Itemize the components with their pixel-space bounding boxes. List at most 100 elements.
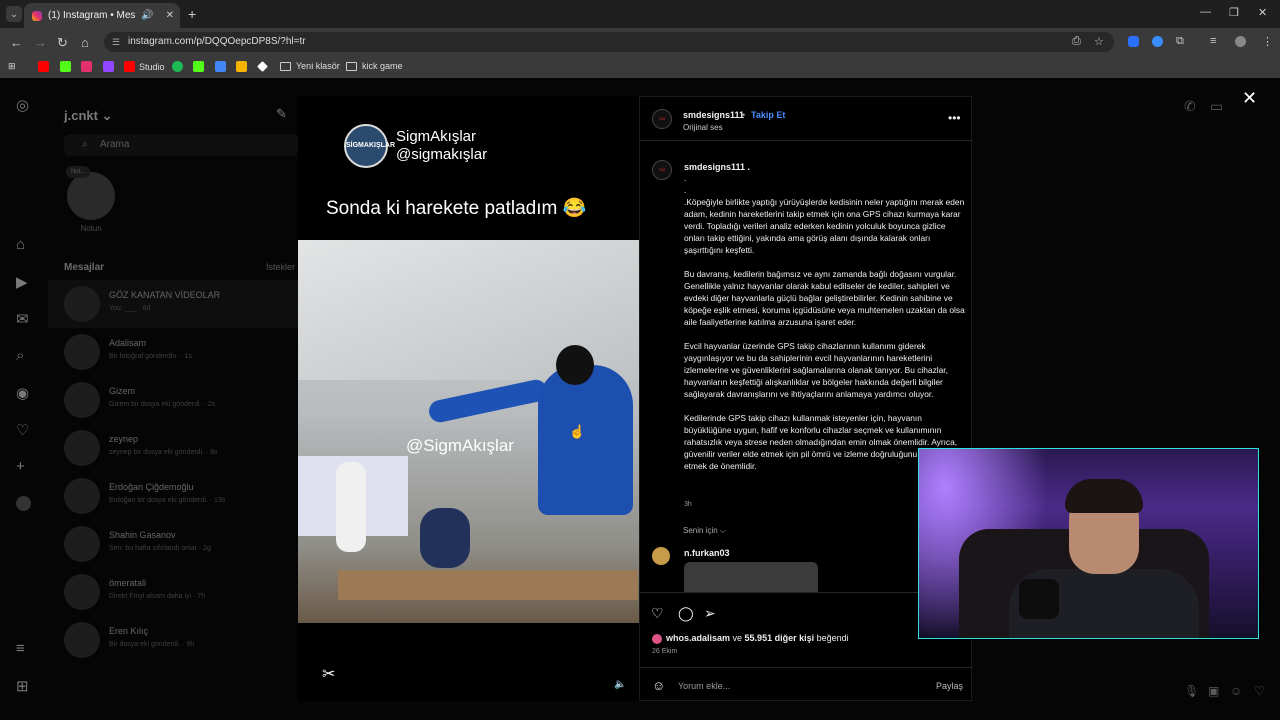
- install-icon[interactable]: ⎙: [1072, 35, 1081, 48]
- channel-logo: SİGMAKIŞLAR: [344, 124, 395, 168]
- post-author[interactable]: smdesigns111: [683, 110, 744, 120]
- bookmark-star-icon[interactable]: ☆: [1094, 35, 1104, 48]
- tab-search-icon[interactable]: ⌄: [6, 6, 22, 22]
- username-text: j.cnkt: [64, 108, 98, 123]
- bookmark-folder-yeni[interactable]: Yeni klasör: [280, 61, 340, 71]
- site-info-icon[interactable]: ☰: [112, 32, 120, 52]
- new-message-icon[interactable]: ✎: [276, 106, 287, 122]
- conversation-item[interactable]: Adalisam Bir fotoğraf gönderdin. · 1s: [48, 328, 298, 376]
- comment-input[interactable]: Yorum ekle...: [678, 681, 730, 691]
- likes-summary[interactable]: whos.adalisam ve 55.951 diğer kişi beğen…: [652, 633, 849, 644]
- bookmark-translate[interactable]: [215, 61, 230, 72]
- heart-icon[interactable]: ♡: [1254, 684, 1265, 698]
- back-icon[interactable]: ←: [10, 35, 23, 50]
- close-tab-icon[interactable]: ✕: [166, 10, 174, 21]
- messages-sidebar: j.cnkt ⌄ ✎ ⌕ Arama Not... Notun Mesajlar…: [48, 78, 298, 720]
- sticker-icon[interactable]: ☺: [1230, 684, 1242, 698]
- avatar[interactable]: SM: [652, 160, 672, 180]
- close-modal-icon[interactable]: ✕: [1242, 88, 1257, 109]
- requests-link[interactable]: İstekler: [266, 262, 295, 272]
- conversation-item[interactable]: zeynep zeynep bir dosya eki gönderdi. · …: [48, 424, 298, 472]
- profile-nav-icon[interactable]: [16, 496, 31, 511]
- bookmark-kick[interactable]: [60, 61, 75, 72]
- emoji-icon[interactable]: ☺: [652, 678, 665, 693]
- conversation-item[interactable]: Shahin Gasanov Sen: bu hafta sıfırlandı …: [48, 520, 298, 568]
- bookmark-extra-2[interactable]: [257, 61, 272, 72]
- caption-author[interactable]: smdesigns111 .: [684, 162, 750, 172]
- image-icon[interactable]: ▣: [1208, 684, 1219, 698]
- like-heart-icon[interactable]: ♡: [651, 605, 664, 622]
- extensions-puzzle-icon[interactable]: ⧉: [1176, 35, 1184, 48]
- browser-tab[interactable]: (1) Instagram • Mesajlar 🔊 ✕: [24, 3, 180, 28]
- comment-sort-dropdown[interactable]: Senin için ⌵: [683, 526, 726, 536]
- post-video[interactable]: SİGMAKIŞLAR SigmAkışlar @sigmakışlar Son…: [298, 96, 639, 701]
- comment-author[interactable]: n.furkan03: [684, 548, 730, 558]
- reels-nav-icon[interactable]: ▶: [16, 273, 28, 291]
- mic-icon[interactable]: 🎙: [1184, 684, 1199, 698]
- home-nav-icon[interactable]: ⌂: [16, 236, 25, 253]
- more-options-icon[interactable]: •••: [948, 111, 961, 125]
- conversation-preview: zeynep bir dosya eki gönderdi. · 8s: [109, 449, 218, 456]
- bookmark-studio[interactable]: Studio: [124, 61, 165, 72]
- new-tab-icon[interactable]: +: [188, 6, 196, 22]
- note-story[interactable]: Not... Notun: [66, 166, 116, 233]
- folder-label: Yeni klasör: [296, 61, 340, 71]
- instagram-logo-icon[interactable]: ◎: [16, 96, 29, 114]
- search-nav-icon[interactable]: ⌕: [16, 347, 24, 364]
- avatar: [67, 172, 115, 220]
- video-call-icon[interactable]: ▭: [1210, 98, 1223, 115]
- conversation-item[interactable]: GÖZ KANATAN VİDEOLAR You: ___ · 6d: [48, 280, 298, 328]
- kick-icon: [60, 61, 71, 72]
- home-icon[interactable]: ⌂: [81, 35, 89, 50]
- person-figure: [336, 462, 366, 552]
- messages-nav-icon[interactable]: ✉: [16, 310, 29, 328]
- browser-menu-icon[interactable]: ⋮: [1262, 35, 1273, 48]
- follow-button[interactable]: Takip Et: [751, 110, 785, 120]
- avatar[interactable]: SM: [652, 109, 672, 129]
- call-icon[interactable]: ✆: [1184, 98, 1196, 115]
- bookmark-instagram[interactable]: [81, 61, 96, 72]
- explore-nav-icon[interactable]: ◉: [16, 384, 29, 402]
- extension-icon[interactable]: [1128, 36, 1139, 47]
- avatar[interactable]: [652, 547, 670, 565]
- avatar: [64, 622, 100, 658]
- conversation-item[interactable]: Erdoğan Çiğdemoğlu Erdoğan bir dosya eki…: [48, 472, 298, 520]
- create-nav-icon[interactable]: +: [16, 458, 25, 475]
- audio-label[interactable]: Orijinal ses: [683, 123, 723, 132]
- notifications-nav-icon[interactable]: ♡: [16, 421, 29, 439]
- video-frame[interactable]: @SigmAkışlar: [298, 240, 639, 623]
- more-menu-icon[interactable]: ≡: [16, 640, 25, 657]
- minimize-icon[interactable]: —: [1200, 6, 1211, 18]
- conversation-name: Shahin Gasanov: [109, 530, 176, 540]
- bookmark-kick-2[interactable]: [193, 61, 208, 72]
- meta-apps-icon[interactable]: ⊞: [16, 677, 29, 695]
- bookmark-extra[interactable]: [236, 61, 251, 72]
- messages-search-input[interactable]: ⌕ Arama: [64, 134, 298, 156]
- restore-icon[interactable]: ❐: [1229, 6, 1239, 19]
- profile-avatar-icon[interactable]: [1235, 36, 1246, 47]
- forward-icon[interactable]: →: [34, 35, 47, 50]
- bookmark-folder-kick[interactable]: kick game: [346, 61, 403, 71]
- reading-list-icon[interactable]: ≡: [1210, 35, 1216, 47]
- conversation-item[interactable]: Gizem Gizem bir dosya eki gönderdi. · 2s: [48, 376, 298, 424]
- reload-icon[interactable]: ↻: [57, 35, 68, 51]
- conversation-item[interactable]: ömeratali Direkt Fmyi alsam daha iyi · 7…: [48, 568, 298, 616]
- account-username[interactable]: j.cnkt ⌄: [64, 108, 112, 124]
- video-watermark: @SigmAkışlar: [406, 436, 514, 455]
- url-input[interactable]: ☰ instagram.com/p/DQQOepcDP8S/?hl=tr: [104, 32, 1114, 52]
- bookmark-twitch[interactable]: [103, 61, 118, 72]
- conversation-item[interactable]: Eren Kılıç Bir dosya eki gönderdi. · 9h: [48, 616, 298, 664]
- comment-composer: ☺ Yorum ekle... Paylaş: [640, 667, 973, 703]
- conversation-preview: Direkt Fmyi alsam daha iyi · 7h: [109, 593, 206, 600]
- extension-icon[interactable]: [1152, 36, 1163, 47]
- comment-image[interactable]: [684, 562, 818, 592]
- sound-toggle-icon[interactable]: 🔈: [614, 679, 626, 690]
- close-window-icon[interactable]: ✕: [1258, 6, 1267, 19]
- share-send-icon[interactable]: ➢: [704, 605, 716, 622]
- post-comment-button[interactable]: Paylaş: [936, 681, 963, 691]
- apps-grid-icon[interactable]: ⊞: [8, 61, 16, 72]
- bookmark-youtube[interactable]: [38, 61, 53, 72]
- bookmark-spotify[interactable]: [172, 61, 187, 72]
- comment-icon[interactable]: ◯: [678, 605, 694, 622]
- speaker-icon[interactable]: 🔊: [141, 10, 153, 21]
